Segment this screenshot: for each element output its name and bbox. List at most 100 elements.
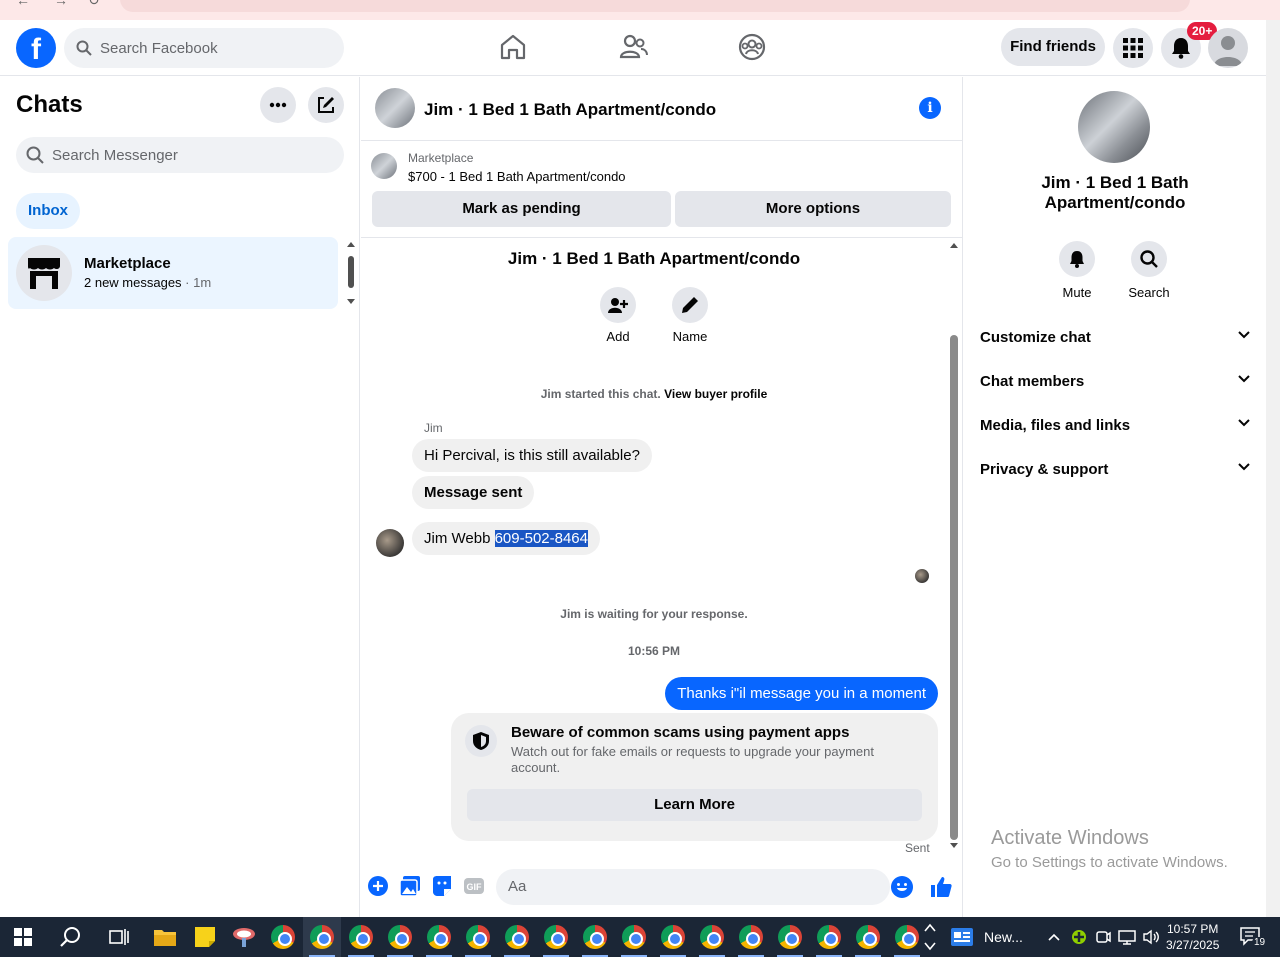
address-bar[interactable]: [120, 0, 1190, 12]
news-widget[interactable]: New...: [950, 917, 1040, 957]
facebook-topbar: f Search Facebook Find friends 20+: [0, 20, 1266, 76]
privacy-support-section[interactable]: Privacy & support: [980, 461, 1250, 483]
media-files-links-section[interactable]: Media, files and links: [980, 417, 1250, 439]
highlighted-phone-number[interactable]: 609-502-8464: [494, 530, 588, 547]
incoming-message[interactable]: Message sent: [412, 476, 535, 509]
thread-scrollbar[interactable]: [947, 239, 961, 851]
chrome-icon[interactable]: [459, 917, 497, 957]
chrome-icon[interactable]: [303, 917, 341, 957]
listing-thumbnail[interactable]: [371, 153, 397, 179]
sender-avatar[interactable]: [376, 529, 404, 557]
section-label: Media, files and links: [980, 417, 1131, 434]
forward-icon[interactable]: →: [54, 0, 68, 8]
photo-icon[interactable]: [399, 875, 421, 897]
svg-text:GIF: GIF: [467, 882, 483, 892]
search-in-chat-button[interactable]: Search: [1119, 241, 1179, 300]
message-text: Jim Webb: [424, 530, 495, 547]
search-facebook-input[interactable]: Search Facebook: [64, 28, 344, 68]
chrome-icon[interactable]: [381, 917, 419, 957]
chrome-icon[interactable]: [537, 917, 575, 957]
scam-warning-card: Beware of common scams using payment app…: [451, 713, 938, 841]
chrome-icon[interactable]: [771, 917, 809, 957]
inbox-tab[interactable]: Inbox: [16, 193, 80, 229]
menu-button[interactable]: [1113, 28, 1153, 68]
chat-members-section[interactable]: Chat members: [980, 373, 1250, 395]
profile-avatar[interactable]: [1208, 28, 1248, 68]
name-chat-button[interactable]: Name: [660, 287, 720, 344]
chat-options-button[interactable]: [260, 87, 296, 123]
chat-details-panel: Jim · 1 Bed 1 Bath Apartment/condo Mute …: [964, 77, 1266, 917]
chrome-icon[interactable]: [576, 917, 614, 957]
message-input[interactable]: Aa: [496, 869, 913, 905]
chrome-icon[interactable]: [615, 917, 653, 957]
learn-more-button[interactable]: Learn More: [467, 789, 922, 821]
incoming-message[interactable]: Hi Percival, is this still available?: [412, 439, 652, 472]
chrome-icon[interactable]: [654, 917, 692, 957]
view-buyer-profile-link[interactable]: View buyer profile: [664, 387, 767, 401]
search-icon: [26, 146, 44, 164]
windows-start-icon[interactable]: [4, 917, 42, 957]
meet-now-icon[interactable]: [1092, 917, 1114, 957]
new-message-button[interactable]: [308, 87, 344, 123]
incoming-message[interactable]: Jim Webb 609-502-8464: [412, 522, 600, 555]
mute-button[interactable]: Mute: [1047, 241, 1107, 300]
chrome-icon[interactable]: [498, 917, 536, 957]
marketplace-store-icon: [16, 245, 72, 301]
like-thumb-icon[interactable]: [929, 875, 953, 899]
search-messenger-placeholder: Search Messenger: [52, 146, 178, 164]
bell-icon: [1172, 38, 1190, 59]
tray-app-icon[interactable]: [1068, 917, 1090, 957]
taskbar-scroll-arrows[interactable]: [918, 917, 942, 957]
conversation-avatar[interactable]: [375, 88, 415, 128]
details-avatar[interactable]: [1078, 91, 1150, 163]
info-icon[interactable]: i: [919, 97, 941, 119]
volume-icon[interactable]: [1140, 917, 1162, 957]
facebook-logo-icon[interactable]: f: [16, 28, 56, 68]
emoji-icon[interactable]: [891, 876, 913, 898]
mark-as-pending-button[interactable]: Mark as pending: [372, 191, 671, 227]
listing-title[interactable]: $700 - 1 Bed 1 Bath Apartment/condo: [408, 169, 626, 184]
chrome-icon[interactable]: [849, 917, 887, 957]
notification-count: 19: [1252, 937, 1268, 948]
file-explorer-icon[interactable]: [146, 917, 184, 957]
gif-icon[interactable]: GIF: [463, 875, 485, 897]
sticker-icon[interactable]: [431, 875, 453, 897]
search-messenger-input[interactable]: Search Messenger: [16, 137, 344, 173]
task-view-icon[interactable]: [100, 917, 138, 957]
chrome-icon[interactable]: [693, 917, 731, 957]
page-scrollbar[interactable]: [1266, 20, 1280, 917]
chrome-icon[interactable]: [420, 917, 458, 957]
chat-list-scrollbar[interactable]: [346, 241, 356, 305]
sticky-notes-icon[interactable]: [186, 917, 224, 957]
activate-windows-title: Activate Windows: [991, 827, 1149, 849]
chrome-icon[interactable]: [264, 917, 302, 957]
section-label: Privacy & support: [980, 461, 1109, 478]
conversation-title[interactable]: Jim · 1 Bed 1 Bath Apartment/condo: [424, 100, 716, 120]
chat-list-item[interactable]: Marketplace 2 new messages · 1m: [8, 237, 338, 309]
plus-icon[interactable]: [367, 875, 389, 897]
more-options-button[interactable]: More options: [675, 191, 951, 227]
friends-icon[interactable]: [618, 32, 648, 62]
reload-icon[interactable]: ↻: [88, 0, 100, 9]
customize-chat-section[interactable]: Customize chat: [980, 329, 1250, 351]
find-friends-button[interactable]: Find friends: [1001, 28, 1105, 66]
app-icon[interactable]: [225, 917, 263, 957]
search-icon[interactable]: [52, 917, 90, 957]
chrome-icon[interactable]: [732, 917, 770, 957]
chevron-up-icon[interactable]: [1044, 917, 1064, 957]
home-icon[interactable]: [498, 32, 528, 62]
chat-item-preview: 2 new messages · 1m: [84, 275, 211, 290]
outgoing-message[interactable]: Thanks i"il message you in a moment: [665, 677, 938, 710]
add-people-button[interactable]: Add: [588, 287, 648, 344]
notification-center-icon[interactable]: 19: [1234, 917, 1268, 957]
section-label: Chat members: [980, 373, 1085, 390]
chrome-icon[interactable]: [342, 917, 380, 957]
chevron-down-icon: [1238, 419, 1250, 427]
network-icon[interactable]: [1116, 917, 1138, 957]
chrome-icon[interactable]: [810, 917, 848, 957]
activate-windows-watermark: Activate Windows Go to Settings to activ…: [991, 827, 1228, 871]
search-label: Search: [1128, 285, 1170, 300]
back-icon[interactable]: ←: [16, 0, 30, 8]
groups-icon[interactable]: [737, 32, 767, 62]
system-clock[interactable]: 10:57 PM 3/27/2025: [1166, 921, 1219, 953]
